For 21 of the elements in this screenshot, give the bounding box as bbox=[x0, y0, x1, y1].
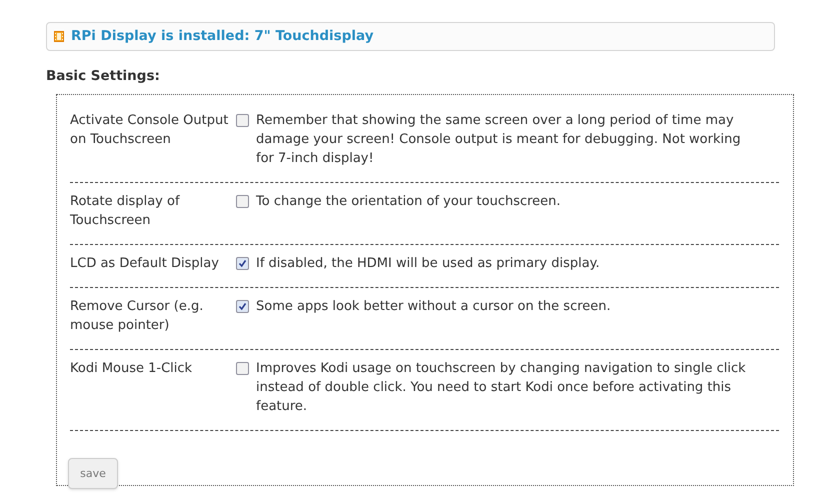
section-title: Basic Settings: bbox=[46, 67, 161, 86]
setting-label: LCD as Default Display bbox=[70, 255, 220, 274]
checkbox[interactable] bbox=[236, 257, 249, 270]
setting-description: Remember that showing the same screen over a long period of time may damage your screen! Console output is meant for debugging. Not working for 7-inch display! bbox=[256, 112, 742, 168]
checkbox[interactable] bbox=[236, 114, 249, 128]
setting-description: To change the orientation of your touchscreen. bbox=[256, 193, 562, 212]
banner-text: RPi Display is installed: 7" Touchdisplay bbox=[71, 27, 374, 46]
checkmark-icon bbox=[238, 259, 247, 268]
checkbox[interactable] bbox=[236, 300, 249, 314]
setting-description: If disabled, the HDMI will be used as primary display. bbox=[256, 255, 601, 274]
film-icon bbox=[54, 31, 64, 42]
checkbox[interactable] bbox=[236, 195, 249, 208]
setting-description: Improves Kodi usage on touchscreen by changing navigation to single click instead of double click. You need to start Kodi once before activating this feature. bbox=[256, 360, 747, 416]
setting-description: Some apps look better without a cursor on the screen. bbox=[256, 298, 612, 316]
save-button[interactable]: save bbox=[68, 458, 118, 490]
setting-label: Activate Console Output on Touchscreen bbox=[70, 112, 230, 150]
checkmark-icon bbox=[238, 302, 247, 312]
setting-label: Remove Cursor (e.g. mouse pointer) bbox=[70, 298, 204, 336]
checkbox[interactable] bbox=[236, 362, 249, 376]
setting-label: Kodi Mouse 1-Click bbox=[70, 360, 194, 378]
setting-label: Rotate display of Touchscreen bbox=[70, 193, 181, 230]
